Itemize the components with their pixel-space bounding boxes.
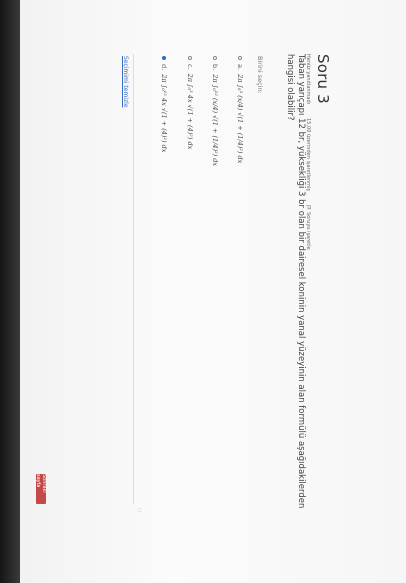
option-formula: 2π ∫₀¹² (x/4) √(1 + (1/4)²) dx <box>211 74 219 167</box>
option-letter: d. <box>160 64 168 71</box>
option-letter: c. <box>186 64 194 70</box>
option-formula: 2π ∫₀¹² 4x √(1 + (4)²) dx <box>160 74 168 153</box>
screen-bezel <box>0 0 20 583</box>
option-c[interactable]: c. 2π ∫₀³ 4x √(1 + (4)²) dx <box>182 56 198 149</box>
rotated-canvas: Soru 3 Henüz yanıtlanmadı 15,00 üzerinde… <box>20 0 406 583</box>
question-text: Taban yarıçapı 12 br, yüksekliği 3 br ol… <box>285 54 306 509</box>
info-icon: ◌ <box>136 508 142 513</box>
radio-a[interactable] <box>238 56 242 60</box>
divider <box>133 54 134 504</box>
option-letter: a. <box>236 64 244 71</box>
radio-b[interactable] <box>213 56 217 60</box>
radio-c[interactable] <box>188 56 192 60</box>
option-d[interactable]: d. 2π ∫₀¹² 4x √(1 + (4)²) dx <box>156 56 172 152</box>
option-formula: 2π ∫₀³ (x/4) √(1 + (1/4)²) dx <box>236 74 244 164</box>
radio-d[interactable] <box>162 56 166 60</box>
next-page-button[interactable]: Sonraki sayfa <box>35 474 47 504</box>
option-letter: b. <box>211 64 219 71</box>
option-a[interactable]: a. 2π ∫₀³ (x/4) √(1 + (1/4)²) dx <box>232 56 248 163</box>
question-title: Soru 3 <box>314 54 332 104</box>
choose-prompt: Birini seçin: <box>256 56 264 94</box>
clear-selection-link[interactable]: Seçimimi temizle <box>122 56 129 107</box>
quiz-content: Soru 3 Henüz yanıtlanmadı 15,00 üzerinde… <box>20 0 406 583</box>
option-b[interactable]: b. 2π ∫₀¹² (x/4) √(1 + (1/4)²) dx <box>207 56 223 166</box>
flag-icon <box>306 205 311 210</box>
option-formula: 2π ∫₀³ 4x √(1 + (4)²) dx <box>186 73 194 150</box>
